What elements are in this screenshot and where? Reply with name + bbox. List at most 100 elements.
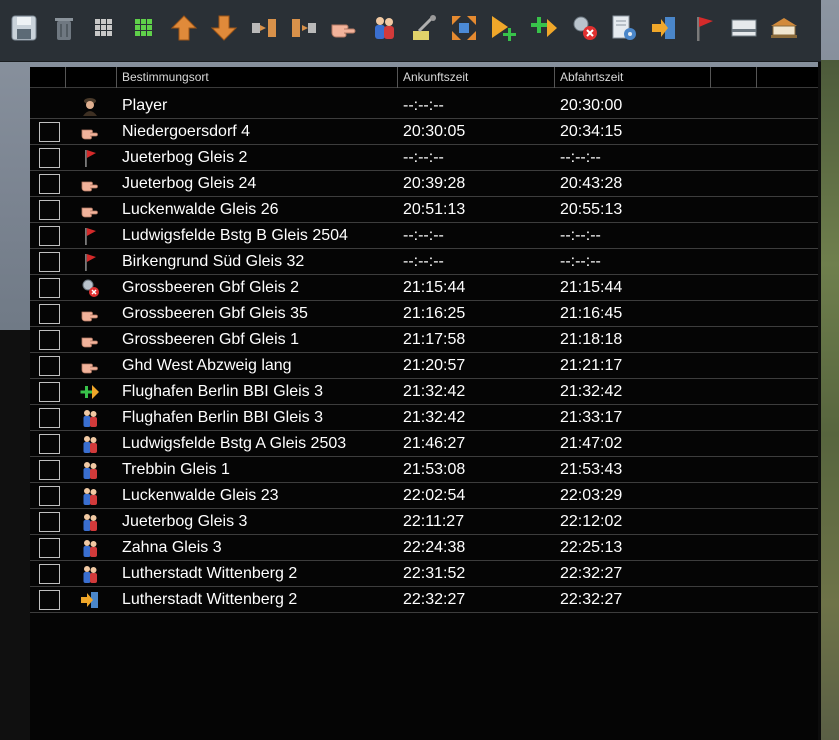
- arrival-cell: 21:32:42: [403, 409, 466, 426]
- grid-green-button[interactable]: [124, 8, 164, 54]
- arrow-up-icon: [169, 13, 199, 48]
- arrival-cell: 21:20:57: [403, 357, 466, 374]
- header-departure[interactable]: Abfahrtszeit: [554, 67, 710, 88]
- destination-cell: Ghd West Abzweig lang: [122, 357, 292, 374]
- pointing-hand-button[interactable]: [324, 8, 364, 54]
- wrench-button[interactable]: [404, 8, 444, 54]
- row-checkbox[interactable]: [39, 512, 60, 532]
- table-row[interactable]: Grossbeeren Gbf Gleis 35 21:16:25 21:16:45: [30, 301, 818, 327]
- remove-icon: [80, 278, 100, 298]
- destination-cell: Niedergoersdorf 4: [122, 123, 251, 140]
- row-checkbox[interactable]: [39, 252, 60, 272]
- arrival-cell: 21:46:27: [403, 435, 466, 452]
- enter-button[interactable]: [644, 8, 684, 54]
- schedule-panel: Bestimmungsort Ankunftszeit Abfahrtszeit…: [30, 67, 818, 740]
- departure-cell: 21:47:02: [560, 435, 623, 452]
- table-row[interactable]: Jueterbog Gleis 24 20:39:28 20:43:28: [30, 171, 818, 197]
- row-checkbox[interactable]: [39, 564, 60, 584]
- row-checkbox[interactable]: [39, 590, 60, 610]
- arrow-down-button[interactable]: [204, 8, 244, 54]
- destination-cell: Flughafen Berlin BBI Gleis 3: [122, 409, 323, 426]
- departure-cell: 22:03:29: [560, 487, 623, 504]
- row-checkbox[interactable]: [39, 408, 60, 428]
- panel-icon: [729, 13, 759, 48]
- expand-button[interactable]: [444, 8, 484, 54]
- grid-dark-button[interactable]: [84, 8, 124, 54]
- passengers-button[interactable]: [364, 8, 404, 54]
- settings-doc-button[interactable]: [604, 8, 644, 54]
- arrival-cell: 20:39:28: [403, 175, 466, 192]
- play-add-button[interactable]: [484, 8, 524, 54]
- passengers-icon: [80, 408, 100, 428]
- arrival-cell: 21:15:44: [403, 279, 466, 296]
- panel-button[interactable]: [724, 8, 764, 54]
- destination-cell: Luckenwalde Gleis 26: [122, 201, 279, 218]
- table-row[interactable]: Niedergoersdorf 4 20:30:05 20:34:15: [30, 119, 818, 145]
- row-checkbox[interactable]: [39, 278, 60, 298]
- couple-button[interactable]: [244, 8, 284, 54]
- row-checkbox[interactable]: [39, 460, 60, 480]
- table-row[interactable]: Zahna Gleis 3 22:24:38 22:25:13: [30, 535, 818, 561]
- arrival-cell: 22:11:27: [403, 513, 465, 530]
- departure-cell: --:--:--: [560, 253, 601, 270]
- save-button[interactable]: [4, 8, 44, 54]
- table-row[interactable]: Grossbeeren Gbf Gleis 2 21:15:44 21:15:44: [30, 275, 818, 301]
- row-checkbox[interactable]: [39, 304, 60, 324]
- header-icon-col: [65, 67, 116, 88]
- passengers-icon: [369, 13, 399, 48]
- table-row[interactable]: Flughafen Berlin BBI Gleis 3 21:32:42 21:3…: [30, 405, 818, 431]
- table-row[interactable]: Lutherstadt Wittenberg 2 22:32:27 22:32:27: [30, 587, 818, 613]
- trash-icon: [49, 13, 79, 48]
- row-checkbox[interactable]: [39, 538, 60, 558]
- table-row[interactable]: Luckenwalde Gleis 23 22:02:54 22:03:29: [30, 483, 818, 509]
- trash-button[interactable]: [44, 8, 84, 54]
- destination-cell: Flughafen Berlin BBI Gleis 3: [122, 383, 323, 400]
- row-checkbox[interactable]: [39, 148, 60, 168]
- row-checkbox[interactable]: [39, 382, 60, 402]
- arrow-up-button[interactable]: [164, 8, 204, 54]
- table-row[interactable]: Jueterbog Gleis 3 22:11:27 22:12:02: [30, 509, 818, 535]
- table-row[interactable]: Birkengrund Süd Gleis 32 --:--:-- --:--:--: [30, 249, 818, 275]
- row-checkbox[interactable]: [39, 122, 60, 142]
- table-row[interactable]: Ludwigsfelde Bstg B Gleis 2504 --:--:-- --…: [30, 223, 818, 249]
- arrival-cell: 20:51:13: [403, 201, 466, 218]
- row-checkbox[interactable]: [39, 330, 60, 350]
- pointing-hand-icon: [329, 13, 359, 48]
- table-row[interactable]: Player --:--:-- 20:30:00: [30, 93, 818, 119]
- table-row[interactable]: Flughafen Berlin BBI Gleis 3 21:32:42 21:3…: [30, 379, 818, 405]
- row-checkbox[interactable]: [39, 174, 60, 194]
- arrow-add-button[interactable]: [524, 8, 564, 54]
- row-checkbox[interactable]: [39, 486, 60, 506]
- station-icon: [769, 13, 799, 48]
- passengers-icon: [80, 538, 100, 558]
- red-flag-button[interactable]: [684, 8, 724, 54]
- pointing-hand-icon: [80, 330, 100, 350]
- departure-cell: 21:21:17: [560, 357, 623, 374]
- station-button[interactable]: [764, 8, 804, 54]
- table-row[interactable]: Grossbeeren Gbf Gleis 1 21:17:58 21:18:18: [30, 327, 818, 353]
- table-row[interactable]: Trebbin Gleis 1 21:53:08 21:53:43: [30, 457, 818, 483]
- table-row[interactable]: Lutherstadt Wittenberg 2 22:31:52 22:32:27: [30, 561, 818, 587]
- header-destination[interactable]: Bestimmungsort: [116, 67, 397, 88]
- destination-cell: Zahna Gleis 3: [122, 539, 222, 556]
- header-arrival[interactable]: Ankunftszeit: [397, 67, 554, 88]
- table-row[interactable]: Ludwigsfelde Bstg A Gleis 2503 21:46:27 21…: [30, 431, 818, 457]
- remove-button[interactable]: [564, 8, 604, 54]
- departure-cell: --:--:--: [560, 149, 601, 166]
- uncouple-button[interactable]: [284, 8, 324, 54]
- row-checkbox[interactable]: [39, 434, 60, 454]
- arrival-cell: 21:53:08: [403, 461, 466, 478]
- table-row[interactable]: Jueterbog Gleis 2 --:--:-- --:--:--: [30, 145, 818, 171]
- departure-cell: 22:32:27: [560, 591, 623, 608]
- row-checkbox[interactable]: [39, 226, 60, 246]
- arrival-cell: 20:30:05: [403, 123, 466, 140]
- row-checkbox[interactable]: [39, 356, 60, 376]
- passengers-icon: [80, 564, 100, 584]
- arrival-cell: 21:32:42: [403, 383, 466, 400]
- table-row[interactable]: Luckenwalde Gleis 26 20:51:13 20:55:13: [30, 197, 818, 223]
- row-checkbox[interactable]: [39, 200, 60, 220]
- enter-icon: [80, 590, 100, 610]
- grid-green-icon: [129, 13, 159, 48]
- destination-cell: Trebbin Gleis 1: [122, 461, 230, 478]
- table-row[interactable]: Ghd West Abzweig lang 21:20:57 21:21:17: [30, 353, 818, 379]
